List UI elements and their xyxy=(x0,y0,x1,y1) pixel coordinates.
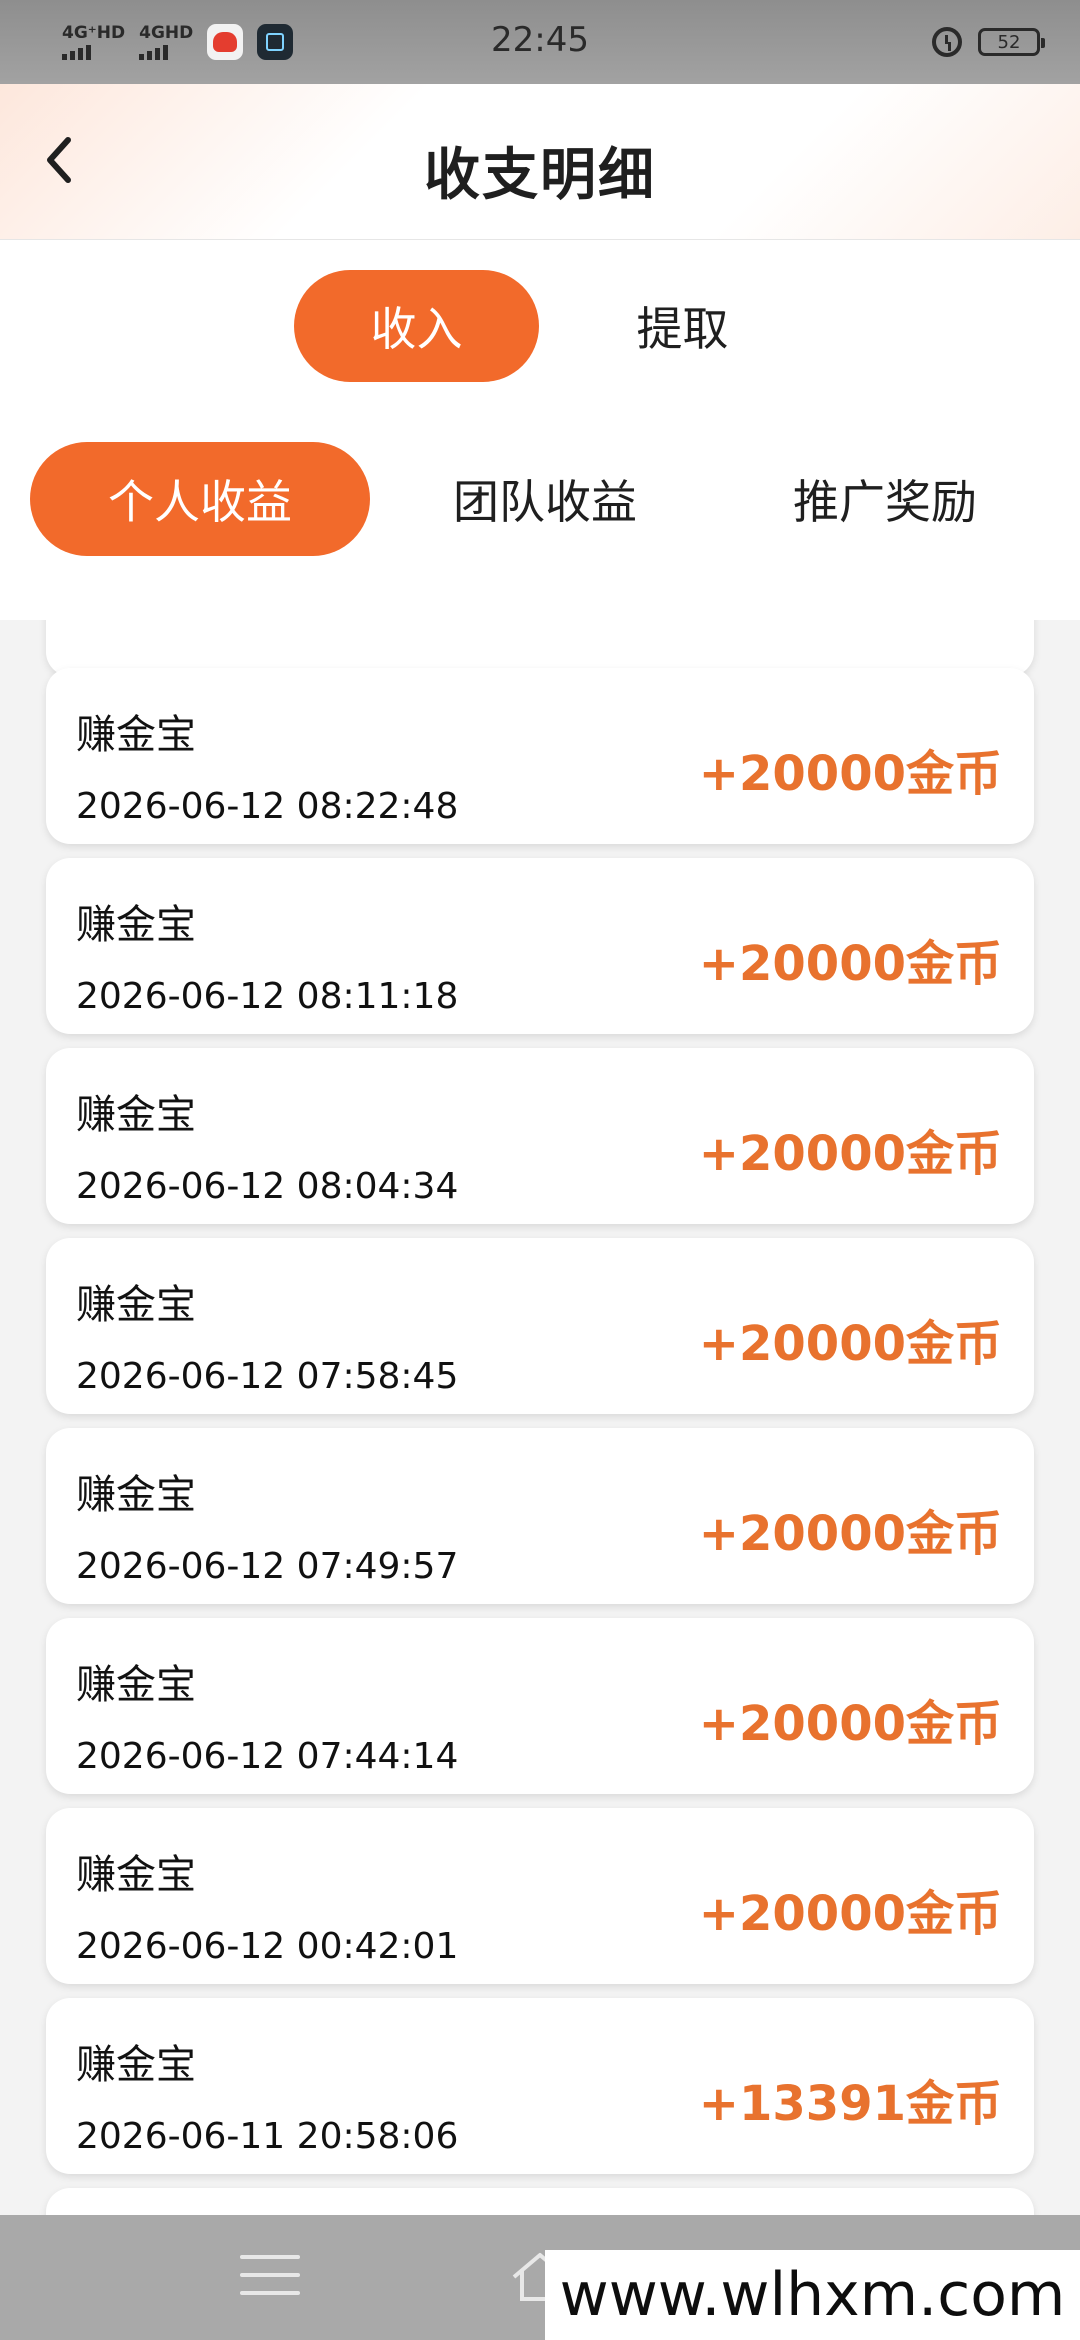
record-time: 2026-06-12 08:04:34 xyxy=(76,1166,459,1207)
record-title: 赚金宝 xyxy=(76,2042,196,2088)
record-time: 2026-06-12 07:58:45 xyxy=(76,1356,459,1397)
record-title: 赚金宝 xyxy=(76,712,196,758)
tab-personal-earnings[interactable]: 个人收益 xyxy=(30,442,370,556)
tab-team-earnings[interactable]: 团队收益 xyxy=(400,442,690,556)
tab-income[interactable]: 收入 xyxy=(294,270,539,382)
list-item[interactable]: 赚金宝 2026-06-12 07:58:45 +20000金币 xyxy=(46,1238,1034,1414)
menu-icon[interactable] xyxy=(240,2255,300,2305)
record-title: 赚金宝 xyxy=(76,1282,196,1328)
record-amount: +13391金币 xyxy=(698,2076,1002,2132)
record-amount: +20000金币 xyxy=(698,1316,1002,1372)
record-time: 2026-06-12 07:44:14 xyxy=(76,1736,459,1777)
record-title: 赚金宝 xyxy=(76,1092,196,1138)
record-title: 赚金宝 xyxy=(76,1852,196,1898)
records-list[interactable]: 赚金宝 2026-06-12 08:22:48 +20000金币 赚金宝 202… xyxy=(0,620,1080,2215)
record-amount: +20000金币 xyxy=(698,1886,1002,1942)
record-time: 2026-06-12 07:49:57 xyxy=(76,1546,459,1587)
list-item[interactable]: 赚金宝 2026-06-12 08:22:48 +20000金币 xyxy=(46,668,1034,844)
record-title: 赚金宝 xyxy=(76,1472,196,1518)
sub-tabs: 个人收益 团队收益 推广奖励 xyxy=(0,420,1080,620)
main-tabs: 收入 提取 xyxy=(0,240,1080,440)
record-amount: +20000金币 xyxy=(698,936,1002,992)
status-bar: 4G⁺HD 4GHD 22:45 52 xyxy=(0,0,1080,84)
list-item[interactable]: 赚金宝 2026-06-11 20:58:06 +13391金币 xyxy=(46,1998,1034,2174)
status-time: 22:45 xyxy=(491,20,589,60)
watermark: www.wlhxm.com xyxy=(545,2250,1080,2340)
list-item[interactable]: 赚金宝 2026-06-12 07:44:14 +20000金币 xyxy=(46,1618,1034,1794)
record-amount: +20000金币 xyxy=(698,1506,1002,1562)
list-item[interactable]: 赚金宝 2026-06-12 08:11:18 +20000金币 xyxy=(46,858,1034,1034)
tab-promotion-rewards[interactable]: 推广奖励 xyxy=(740,442,1030,556)
list-item[interactable]: 赚金宝 2026-06-12 07:49:57 +20000金币 xyxy=(46,1428,1034,1604)
record-title: 赚金宝 xyxy=(76,1662,196,1708)
status-bar-right: 52 xyxy=(932,27,1045,57)
list-item[interactable]: 赚金宝 2026-06-12 08:04:34 +20000金币 xyxy=(46,1048,1034,1224)
record-amount: +20000金币 xyxy=(698,746,1002,802)
record-amount: +20000金币 xyxy=(698,1696,1002,1752)
battery-icon: 52 xyxy=(978,28,1045,56)
header: 收支明细 xyxy=(0,84,1080,240)
record-time: 2026-06-12 08:22:48 xyxy=(76,786,459,827)
list-item[interactable]: 赚金宝 2026-06-12 00:42:01 +20000金币 xyxy=(46,1808,1034,1984)
list-item[interactable] xyxy=(46,2188,1034,2215)
record-time: 2026-06-11 20:58:06 xyxy=(76,2116,459,2157)
record-time: 2026-06-12 00:42:01 xyxy=(76,1926,459,1967)
record-time: 2026-06-12 08:11:18 xyxy=(76,976,459,1017)
battery-level: 52 xyxy=(997,31,1021,53)
page-title: 收支明细 xyxy=(424,143,656,208)
tab-withdraw[interactable]: 提取 xyxy=(560,270,805,382)
record-amount: +20000金币 xyxy=(698,1126,1002,1182)
alarm-icon xyxy=(932,27,962,57)
record-title: 赚金宝 xyxy=(76,902,196,948)
